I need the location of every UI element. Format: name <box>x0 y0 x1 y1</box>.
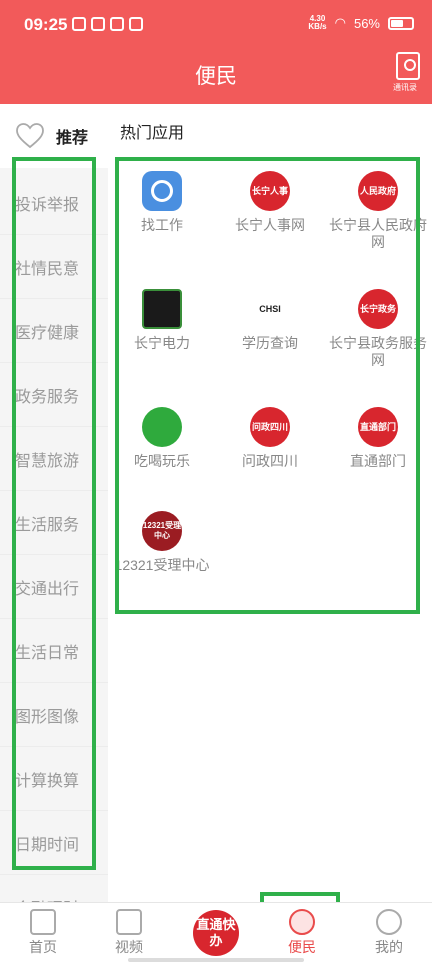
notification-icon <box>129 17 143 31</box>
app-job-search[interactable]: 找工作 <box>112 171 212 234</box>
section-title: 热门应用 <box>120 125 185 142</box>
battery-percent: 56% <box>353 15 380 31</box>
app-name: 吃喝玩乐 <box>134 453 190 469</box>
network-speed: 4.30 KB/s <box>308 14 327 31</box>
nav-profile[interactable]: 我的 <box>346 903 432 964</box>
nav-label: 我的 <box>375 939 403 955</box>
sidebar-item-finance[interactable]: 金融理财 <box>0 875 108 903</box>
contacts-book-icon <box>396 52 420 80</box>
app-wenzheng-sichuan[interactable]: 问政四川 问政四川 <box>220 407 320 470</box>
nav-convenience[interactable]: 便民 <box>259 903 345 964</box>
app-name: 12321受理中心 <box>114 557 210 573</box>
app-name: 长宁电力 <box>134 335 190 351</box>
heart-icon <box>289 909 315 935</box>
notification-icon <box>110 17 124 31</box>
sidebar-item-recommend[interactable]: 推荐 <box>0 104 108 168</box>
sidebar-item-transport[interactable]: 交通出行 <box>0 555 108 619</box>
status-right: 4.30 KB/s ◠ 56% <box>308 15 414 31</box>
app-name: 问政四川 <box>242 453 298 469</box>
app-name: 长宁县人民政府网 <box>329 217 427 250</box>
header: 09:25 4.30 KB/s ◠ 56% 便民 通讯录 <box>0 0 432 104</box>
contacts-label: 通讯录 <box>393 83 417 92</box>
app-name: 找工作 <box>141 217 183 233</box>
sidebar-item-gov-services[interactable]: 政务服务 <box>0 363 108 427</box>
nav-label: 便民 <box>288 939 316 955</box>
nav-home[interactable]: 首页 <box>0 903 86 964</box>
sidebar-item-daily-life[interactable]: 生活日常 <box>0 619 108 683</box>
notification-icon <box>72 17 86 31</box>
wenzheng-sichuan-seal-icon: 问政四川 <box>250 407 290 447</box>
direct-department-seal-icon: 直通部门 <box>358 407 398 447</box>
leisure-icon <box>142 407 182 447</box>
app-leisure[interactable]: 吃喝玩乐 <box>112 407 212 470</box>
app-changning-power[interactable]: 长宁电力 <box>112 289 212 352</box>
home-indicator <box>128 958 304 962</box>
page-title: 便民 <box>195 65 237 88</box>
home-icon <box>30 909 56 935</box>
app-name: 直通部门 <box>350 453 406 469</box>
nav-label: 视频 <box>115 939 143 955</box>
direct-service-button[interactable]: 直通快办 <box>193 910 239 956</box>
app-direct-department[interactable]: 直通部门 直通部门 <box>328 407 428 470</box>
app-education-lookup[interactable]: CHSI 学历查询 <box>220 289 320 352</box>
category-sidebar[interactable]: 推荐 投诉举报 社情民意 医疗健康 政务服务 智慧旅游 生活服务 交通出行 生活… <box>0 104 108 902</box>
profile-icon <box>376 909 402 935</box>
video-icon <box>116 909 142 935</box>
sidebar-item-smart-tourism[interactable]: 智慧旅游 <box>0 427 108 491</box>
changning-hr-seal-icon: 长宁人事 <box>250 171 290 211</box>
job-search-icon <box>142 171 182 211</box>
status-time: 09:25 <box>24 15 68 34</box>
sidebar-item-public-opinion[interactable]: 社情民意 <box>0 235 108 299</box>
sidebar-item-label: 推荐 <box>56 130 89 147</box>
app-county-government[interactable]: 人民政府 长宁县人民政府网 <box>328 171 428 251</box>
battery-icon <box>388 16 414 30</box>
app-changning-hr[interactable]: 长宁人事 长宁人事网 <box>220 171 320 234</box>
contacts-button[interactable]: 通讯录 <box>393 52 422 93</box>
report-center-icon: 12321受理中心 <box>142 511 182 551</box>
app-name: 长宁县政务服务网 <box>329 335 427 368</box>
app-gov-service-network[interactable]: 长宁政务 长宁县政务服务网 <box>328 289 428 369</box>
sidebar-item-healthcare[interactable]: 医疗健康 <box>0 299 108 363</box>
notification-icon <box>91 17 105 31</box>
wifi-icon: ◠ <box>334 15 346 30</box>
county-government-seal-icon: 人民政府 <box>358 171 398 211</box>
sidebar-item-graphics[interactable]: 图形图像 <box>0 683 108 747</box>
sidebar-item-calculators[interactable]: 计算换算 <box>0 747 108 811</box>
app-name: 长宁人事网 <box>235 217 305 233</box>
gov-service-seal-icon: 长宁政务 <box>358 289 398 329</box>
app-12321-center[interactable]: 12321受理中心 12321受理中心 <box>112 511 212 574</box>
sidebar-item-date-time[interactable]: 日期时间 <box>0 811 108 875</box>
sidebar-item-life-services[interactable]: 生活服务 <box>0 491 108 555</box>
status-bar: 09:25 4.30 KB/s ◠ 56% <box>0 0 432 50</box>
app-name: 学历查询 <box>242 335 298 351</box>
power-company-icon <box>142 289 182 329</box>
sidebar-item-complaints[interactable]: 投诉举报 <box>0 171 108 235</box>
chsi-logo-icon: CHSI <box>259 304 281 314</box>
notification-icons <box>72 17 143 31</box>
heart-outline-icon <box>16 123 44 149</box>
nav-label: 首页 <box>29 939 57 955</box>
nav-video[interactable]: 视频 <box>86 903 172 964</box>
